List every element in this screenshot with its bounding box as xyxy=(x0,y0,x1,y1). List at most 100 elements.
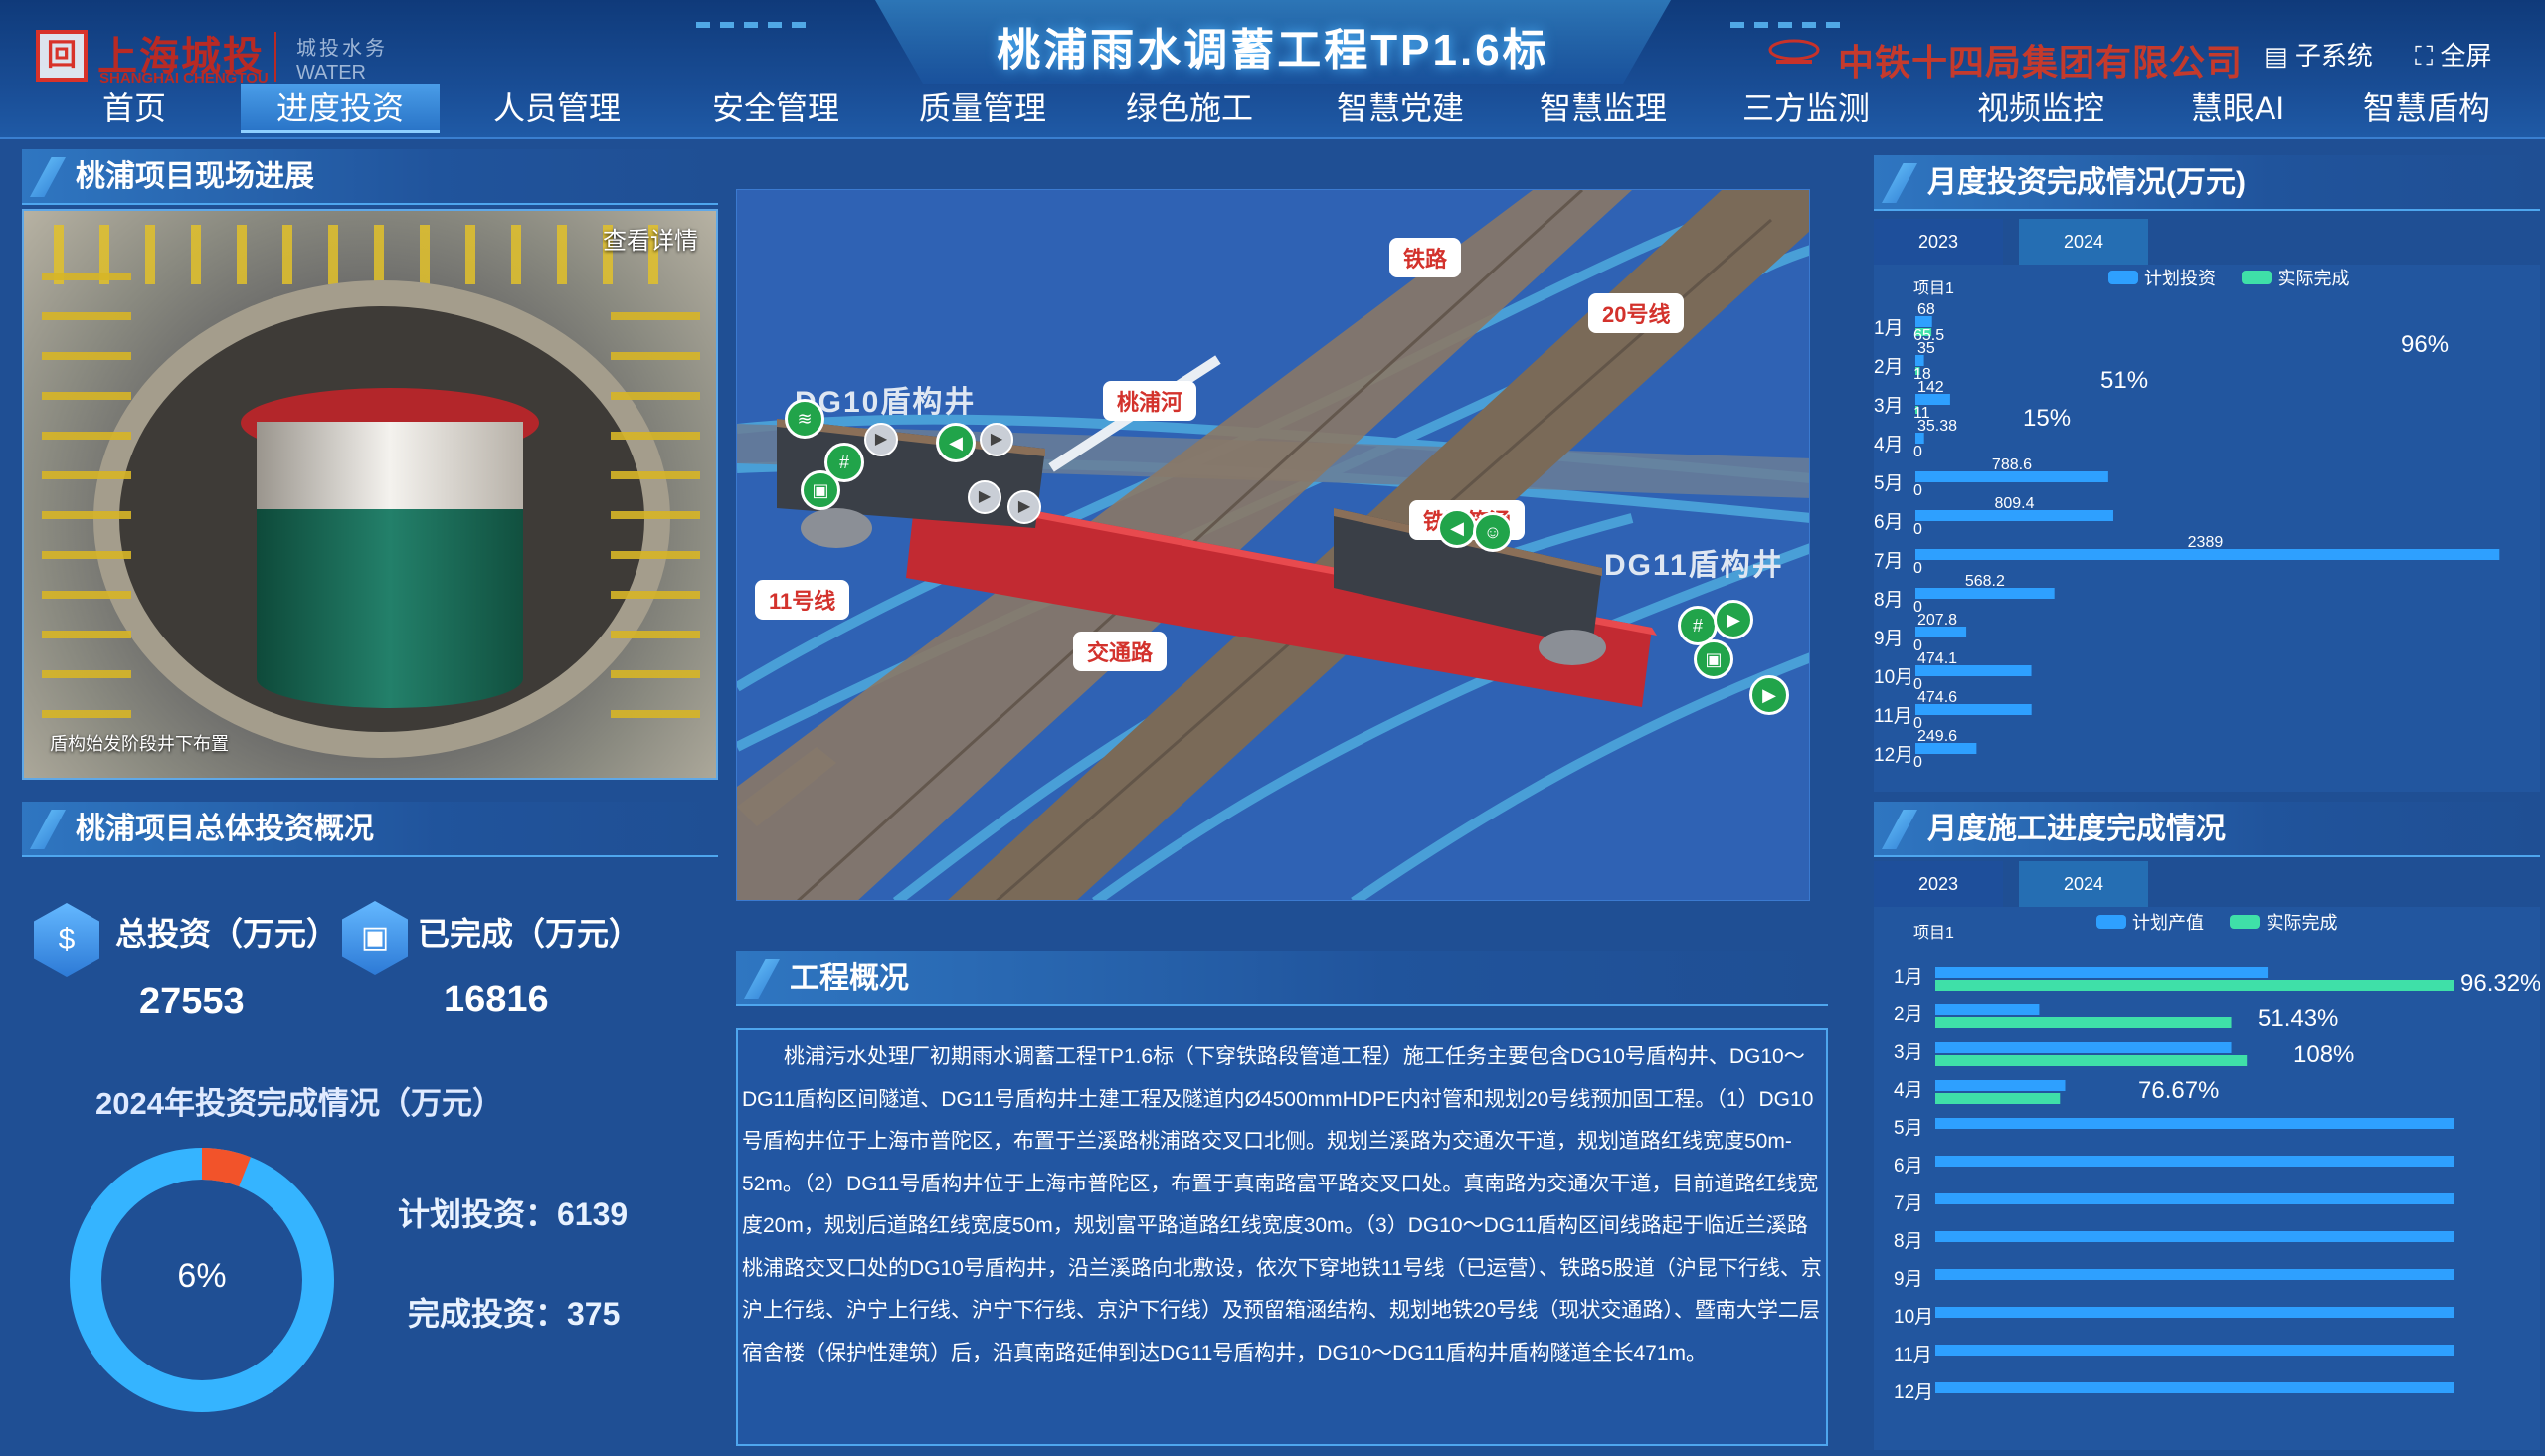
nav-video[interactable]: 视频监控 xyxy=(1941,84,2140,133)
month-label: 2月 xyxy=(1894,1004,1923,1025)
person-icon[interactable]: ☺ xyxy=(1473,512,1513,552)
plan-bar[interactable] xyxy=(1935,1193,2454,1204)
logo-water-cn: 城投水务 xyxy=(296,38,388,60)
nav-personnel[interactable]: 人员管理 xyxy=(457,84,656,133)
site-photo[interactable]: 查看详情 盾构始发阶段井下布置 xyxy=(22,209,718,780)
chengtou-logo-icon: 回 xyxy=(36,30,88,82)
overview-panel: 桃浦污水处理厂初期雨水调蓄工程TP1.6标（下穿铁路段管道工程）施工任务主要包含… xyxy=(736,1028,1828,1446)
nav-safety[interactable]: 安全管理 xyxy=(676,84,875,133)
tag-railway[interactable]: 铁路 xyxy=(1389,238,1462,277)
month-label: 2月 xyxy=(1874,357,1904,378)
video-camera-icon[interactable]: ▶ xyxy=(968,480,1001,514)
header-deco-right xyxy=(1730,22,1850,28)
plan-bar[interactable] xyxy=(1935,1382,2454,1393)
actual-bar[interactable] xyxy=(1935,1093,2061,1104)
completion-rate-label: 108% xyxy=(2293,1041,2354,1068)
photo-scaffold-right xyxy=(611,280,700,718)
nav-quality[interactable]: 质量管理 xyxy=(883,84,1082,133)
video-camera-icon[interactable]: ▶ xyxy=(1007,490,1041,524)
total-investment-label: 总投资（万元） xyxy=(115,916,339,952)
month-label: 11月 xyxy=(1894,1345,1932,1365)
tag-taopu-river[interactable]: 桃浦河 xyxy=(1103,381,1197,421)
total-investment-value: 27553 xyxy=(139,981,245,1022)
plan-bar[interactable] xyxy=(1935,1307,2454,1318)
speaker-icon[interactable]: ◀ xyxy=(1437,508,1477,548)
tab-2023[interactable]: 2023 xyxy=(1874,861,2003,907)
month-label: 3月 xyxy=(1874,396,1904,417)
video-camera-icon[interactable]: ▶ xyxy=(864,423,898,456)
video-camera-icon[interactable]: ▶ xyxy=(980,423,1013,456)
video-camera-icon[interactable]: ▶ xyxy=(1714,600,1753,639)
completion-rate-label: 76.67% xyxy=(2138,1077,2219,1104)
monthly-investment-title: 月度投资完成情况(万元) xyxy=(1927,166,2246,199)
month-label: 8月 xyxy=(1894,1231,1923,1252)
overview-title: 工程概况 xyxy=(790,962,909,995)
header-deco-left xyxy=(696,22,816,28)
completed-investment-label: 已完成（万元） xyxy=(418,916,641,952)
tab-2024[interactable]: 2024 xyxy=(2019,861,2148,907)
actual-value-label: 0 xyxy=(1913,754,1922,771)
tag-jiaotong-road[interactable]: 交通路 xyxy=(1073,632,1168,671)
monitor-device-icon[interactable]: ▣ xyxy=(801,470,840,510)
project-3d-scene[interactable]: 铁路 20号线 桃浦河 11号线 交通路 铁路箱涵 DG10盾构井 DG11盾构… xyxy=(736,189,1810,901)
video-camera-icon[interactable]: ▶ xyxy=(1749,675,1789,715)
tab-2024[interactable]: 2024 xyxy=(2019,219,2148,265)
actual-bar[interactable] xyxy=(1935,980,2454,991)
investment-year-tabs: 2023 2024 xyxy=(1874,219,2540,265)
investment-overview-title: 桃浦项目总体投资概况 xyxy=(76,813,374,845)
subsystem-label: 子系统 xyxy=(2294,41,2373,71)
plan-bar[interactable] xyxy=(1935,1156,2454,1167)
plan-bar[interactable] xyxy=(1935,1345,2454,1356)
plan-value-label: 2389 xyxy=(2188,534,2224,551)
plan-bar[interactable] xyxy=(1935,1269,2454,1280)
plan-bar[interactable] xyxy=(1935,1042,2232,1053)
monitor-device-icon[interactable]: ▣ xyxy=(1694,639,1733,679)
month-label: 7月 xyxy=(1874,551,1904,572)
nav-green-construction[interactable]: 绿色施工 xyxy=(1090,84,1289,133)
actual-value-label: 0 xyxy=(1913,560,1922,577)
nav-shield[interactable]: 智慧盾构 xyxy=(2327,84,2526,133)
nav-home[interactable]: 首页 xyxy=(60,84,209,133)
plan-value-label: 474.1 xyxy=(1917,650,1957,667)
photo-detail-link[interactable]: 查看详情 xyxy=(603,221,698,256)
nav-supervision[interactable]: 智慧监理 xyxy=(1504,84,1703,133)
tab-2023[interactable]: 2023 xyxy=(1874,219,2003,265)
plan-bar[interactable] xyxy=(1935,967,2269,978)
fullscreen-button[interactable]: ⛶ 全屏 xyxy=(2415,36,2491,73)
actual-bar[interactable] xyxy=(1935,1017,2232,1028)
subsystem-button[interactable]: ▤ 子系统 xyxy=(2264,36,2373,73)
month-label: 8月 xyxy=(1874,590,1904,611)
overview-text: 桃浦污水处理厂初期雨水调蓄工程TP1.6标（下穿铁路段管道工程）施工任务主要包含… xyxy=(742,1045,1822,1365)
actual-bar[interactable] xyxy=(1935,1055,2248,1066)
nav-progress-investment[interactable]: 进度投资 xyxy=(241,84,440,133)
tag-line-11[interactable]: 11号线 xyxy=(755,580,850,620)
plan-value-label: 249.6 xyxy=(1917,728,1957,745)
plan-bar[interactable] xyxy=(1935,1231,2454,1242)
investment-bar-chart: 1月6865.52月35183月142114月35.3805月788.606月8… xyxy=(1874,301,2500,771)
month-label: 7月 xyxy=(1894,1193,1923,1214)
completed-investment-value: 16816 xyxy=(444,979,549,1020)
photo-shield-body xyxy=(257,422,523,511)
plan-value-label: 568.2 xyxy=(1965,573,2005,590)
overview-header: 工程概况 xyxy=(736,951,1828,1006)
shanghai-chengtou-logo: 回 上海城投 SHANGHAI CHENGTOU 城投水务 WATER xyxy=(36,22,414,88)
monthly-progress-title: 月度施工进度完成情况 xyxy=(1927,813,2226,845)
plan-value-label: 142 xyxy=(1917,379,1944,396)
fullscreen-label: 全屏 xyxy=(2440,41,2492,71)
plan-bar[interactable] xyxy=(1935,1118,2454,1129)
speaker-icon[interactable]: ◀ xyxy=(936,423,976,462)
nav-ai[interactable]: 慧眼AI xyxy=(2138,84,2337,133)
month-label: 6月 xyxy=(1894,1156,1923,1177)
nav-party[interactable]: 智慧党建 xyxy=(1301,84,1500,133)
plan-value-label: 35 xyxy=(1917,340,1935,357)
plan-bar[interactable] xyxy=(1935,1004,2040,1015)
logo-water-en: WATER xyxy=(296,62,366,84)
completion-rate-label: 51.43% xyxy=(2258,1005,2338,1032)
photo-shield-cover xyxy=(257,509,523,708)
plan-bar[interactable] xyxy=(1935,1080,2066,1091)
month-label: 10月 xyxy=(1874,667,1913,688)
tag-line-20[interactable]: 20号线 xyxy=(1588,293,1685,333)
header-bar: 回 上海城投 SHANGHAI CHENGTOU 城投水务 WATER 桃浦雨水… xyxy=(0,0,2545,139)
nav-third-party-monitoring[interactable]: 三方监测 xyxy=(1707,84,1906,133)
wind-sensor-icon[interactable]: ≋ xyxy=(785,399,824,439)
